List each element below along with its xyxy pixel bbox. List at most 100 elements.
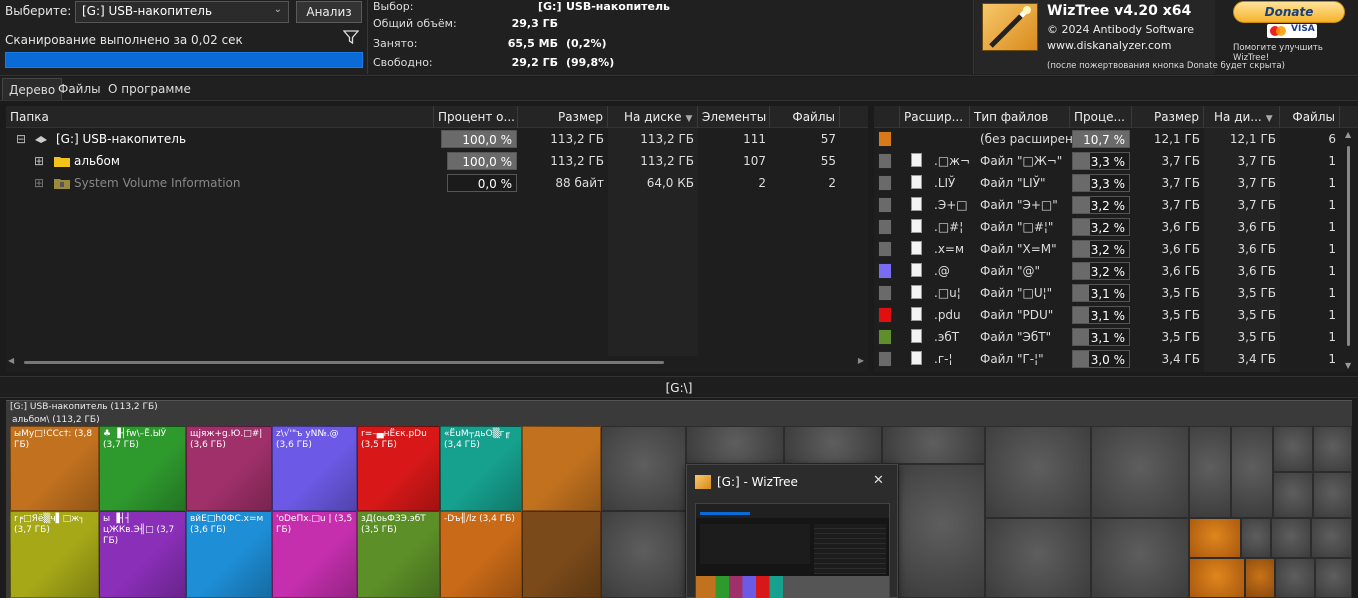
treemap-file-block[interactable]: [898, 464, 985, 598]
tab-about[interactable]: О программе: [102, 78, 197, 100]
col-on-disk[interactable]: На диске ▼: [608, 106, 698, 128]
col-size[interactable]: Размер: [518, 106, 608, 128]
expand-icon[interactable]: ⊞: [30, 150, 44, 172]
scroll-up-icon[interactable]: ▲: [1345, 130, 1351, 139]
app-title: WizTree v4.20 x64: [1047, 3, 1192, 19]
ext-row[interactable]: .г-¦ Файл "Г-¦" 3,0 % 3,4 ГБ 3,4 ГБ 1: [874, 348, 1340, 370]
ext-row[interactable]: .x=м Файл "X=M" 3,2 % 3,6 ГБ 3,6 ГБ 1: [874, 238, 1340, 260]
tree-row[interactable]: ⊞ System Volume Information 0,0 % 88 бай…: [6, 172, 868, 194]
treemap-block[interactable]: вйЕ□h0ФС.х=м (3,6 ГБ): [186, 511, 272, 598]
website-link[interactable]: www.diskanalyzer.com: [1047, 39, 1172, 52]
ext-row[interactable]: .□#¦ Файл "□#¦" 3,2 % 3,6 ГБ 3,6 ГБ 1: [874, 216, 1340, 238]
col-folder[interactable]: Папка: [6, 106, 434, 128]
treemap-block[interactable]: зД(оьФЗЭ.эбТ (3,5 ГБ): [357, 511, 440, 598]
tree-hscrollbar[interactable]: ◀ ▶: [6, 356, 868, 370]
ext-row[interactable]: .Э+□ Файл "Э+□" 3,2 % 3,7 ГБ 3,7 ГБ 1: [874, 194, 1340, 216]
percent-text: 3,3 %: [1090, 177, 1125, 191]
col-files[interactable]: Файлы: [770, 106, 840, 128]
wiztree-logo-icon: [982, 3, 1038, 51]
treemap-file-block[interactable]: [1313, 426, 1352, 472]
treemap-block[interactable]: ы ▐┤┤ цЖКв.Э╢□ (3,7 ГБ): [99, 511, 186, 598]
treemap-file-block[interactable]: [1273, 472, 1313, 518]
collapse-icon[interactable]: ⊟: [12, 128, 26, 150]
treemap-file-block[interactable]: [601, 426, 686, 511]
close-icon[interactable]: ✕: [873, 473, 884, 488]
treemap-file-block[interactable]: [1231, 426, 1273, 518]
treemap-file-block[interactable]: [1275, 558, 1315, 598]
treemap-file-block[interactable]: [1273, 426, 1313, 472]
treemap-block[interactable]: ыМу□!ССс†: (3,8 ГБ): [10, 426, 99, 511]
col-on-disk[interactable]: На ди... ▼: [1204, 106, 1280, 128]
treemap-block[interactable]: -Dъ╢/lz (3,4 ГБ): [440, 511, 522, 598]
tab-files[interactable]: Файлы: [52, 78, 107, 100]
treemap-block[interactable]: щjяж+g.Ю.□#| (3,6 ГБ): [186, 426, 272, 511]
scroll-thumb[interactable]: [24, 361, 664, 364]
treemap-file-block[interactable]: [1245, 558, 1275, 598]
treemap-file-block[interactable]: [1311, 518, 1352, 558]
col-file-type[interactable]: Тип файлов: [970, 106, 1070, 128]
col-percent[interactable]: Процент о...: [434, 106, 518, 128]
treemap-file-block[interactable]: [1241, 518, 1271, 558]
treemap-file-block[interactable]: [1189, 518, 1241, 558]
col-on-disk-label: На ди...: [1214, 110, 1262, 124]
treemap-file-block[interactable]: [1189, 426, 1231, 518]
expand-icon[interactable]: ⊞: [30, 172, 44, 194]
treemap-block[interactable]: r╒□Яё▒ч▌□ж┐ (3,7 ГБ): [10, 511, 99, 598]
ext-row[interactable]: .@ Файл "@" 3,2 % 3,6 ГБ 3,6 ГБ 1: [874, 260, 1340, 282]
treemap-file-block[interactable]: [1315, 558, 1352, 598]
treemap-file-block[interactable]: [1091, 518, 1189, 598]
donate-button[interactable]: Donate: [1233, 1, 1345, 23]
color-swatch: [878, 153, 892, 169]
used-percent: (0,2%): [566, 37, 607, 50]
ext-row[interactable]: .□u¦ Файл "□U¦" 3,1 % 3,5 ГБ 3,5 ГБ 1: [874, 282, 1340, 304]
tree-row[interactable]: ⊞ альбом 100,0 % 113,2 ГБ 113,2 ГБ 107 5…: [6, 150, 868, 172]
col-files[interactable]: Файлы: [1280, 106, 1340, 128]
col-items[interactable]: Элементы: [698, 106, 770, 128]
treemap-file-block[interactable]: [686, 426, 784, 464]
ext-size: 3,7 ГБ: [1161, 154, 1200, 168]
treemap-file-block[interactable]: [1313, 472, 1352, 518]
analyze-button[interactable]: Анализ: [296, 1, 362, 23]
scroll-right-icon[interactable]: ▶: [858, 356, 864, 365]
ext-row[interactable]: .эбТ Файл "ЭбТ" 3,1 % 3,5 ГБ 3,5 ГБ 1: [874, 326, 1340, 348]
col-extension[interactable]: Расшир...: [900, 106, 970, 128]
tree-row[interactable]: ⊟ [G:] USB-накопитель 100,0 % 113,2 ГБ 1…: [6, 128, 868, 150]
file-icon: [911, 307, 922, 321]
free-percent: (99,8%): [566, 56, 615, 69]
ext-row[interactable]: .LІЎ Файл "LІЎ" 3,3 % 3,7 ГБ 3,7 ГБ 1: [874, 172, 1340, 194]
taskbar-preview[interactable]: [G:] - WizTree ✕: [686, 464, 898, 598]
tree-row-disk: 64,0 КБ: [646, 176, 694, 190]
treemap-block[interactable]: [522, 511, 601, 598]
treemap-block[interactable]: «ЁuМ┬дьO▒г╓ (3,4 ГБ): [440, 426, 522, 511]
scroll-left-icon[interactable]: ◀: [8, 356, 14, 365]
treemap-file-block[interactable]: [784, 426, 882, 464]
filter-icon[interactable]: [343, 29, 359, 45]
ext-row[interactable]: (без расширени 10,7 % 12,1 ГБ 12,1 ГБ 6: [874, 128, 1340, 150]
ext-type: Файл "□Ж¬": [980, 154, 1063, 168]
treemap-file-block[interactable]: [882, 426, 985, 464]
treemap-file-block[interactable]: [985, 518, 1091, 598]
scroll-down-icon[interactable]: ▼: [1345, 361, 1351, 370]
treemap-block[interactable]: z\√'"ъ yN№.@ (3,6 ГБ): [272, 426, 357, 511]
treemap-block[interactable]: ♣ ▐┤fw\–Ё.ЫЎ (3,7 ГБ): [99, 426, 186, 511]
ext-name: .эбТ: [934, 330, 960, 344]
col-size[interactable]: Размер: [1132, 106, 1204, 128]
treemap-block[interactable]: r=–▄нЁєк.pDu (3,5 ГБ): [357, 426, 440, 511]
ext-row[interactable]: .□ж¬ Файл "□Ж¬" 3,3 % 3,7 ГБ 3,7 ГБ 1: [874, 150, 1340, 172]
file-icon: [911, 175, 922, 189]
col-percent[interactable]: Проце...: [1070, 106, 1132, 128]
treemap-file-block[interactable]: [1271, 518, 1311, 558]
scroll-thumb[interactable]: [1347, 146, 1350, 346]
treemap-file-block[interactable]: [985, 426, 1091, 518]
treemap-file-block[interactable]: [1189, 558, 1245, 598]
ext-files: 1: [1328, 176, 1336, 190]
drive-select[interactable]: [G:] USB-накопитель ⌄: [75, 1, 289, 23]
col-color[interactable]: [874, 106, 900, 128]
treemap-block[interactable]: [522, 426, 601, 511]
treemap-file-block[interactable]: [601, 511, 686, 598]
file-icon: [911, 197, 922, 211]
treemap-block[interactable]: 'оDеПх.□u | (3,5 ГБ): [272, 511, 357, 598]
treemap-file-block[interactable]: [1091, 426, 1189, 518]
ext-vscrollbar[interactable]: ▲ ▼: [1340, 128, 1358, 372]
ext-row[interactable]: .pdu Файл "PDU" 3,1 % 3,5 ГБ 3,5 ГБ 1: [874, 304, 1340, 326]
